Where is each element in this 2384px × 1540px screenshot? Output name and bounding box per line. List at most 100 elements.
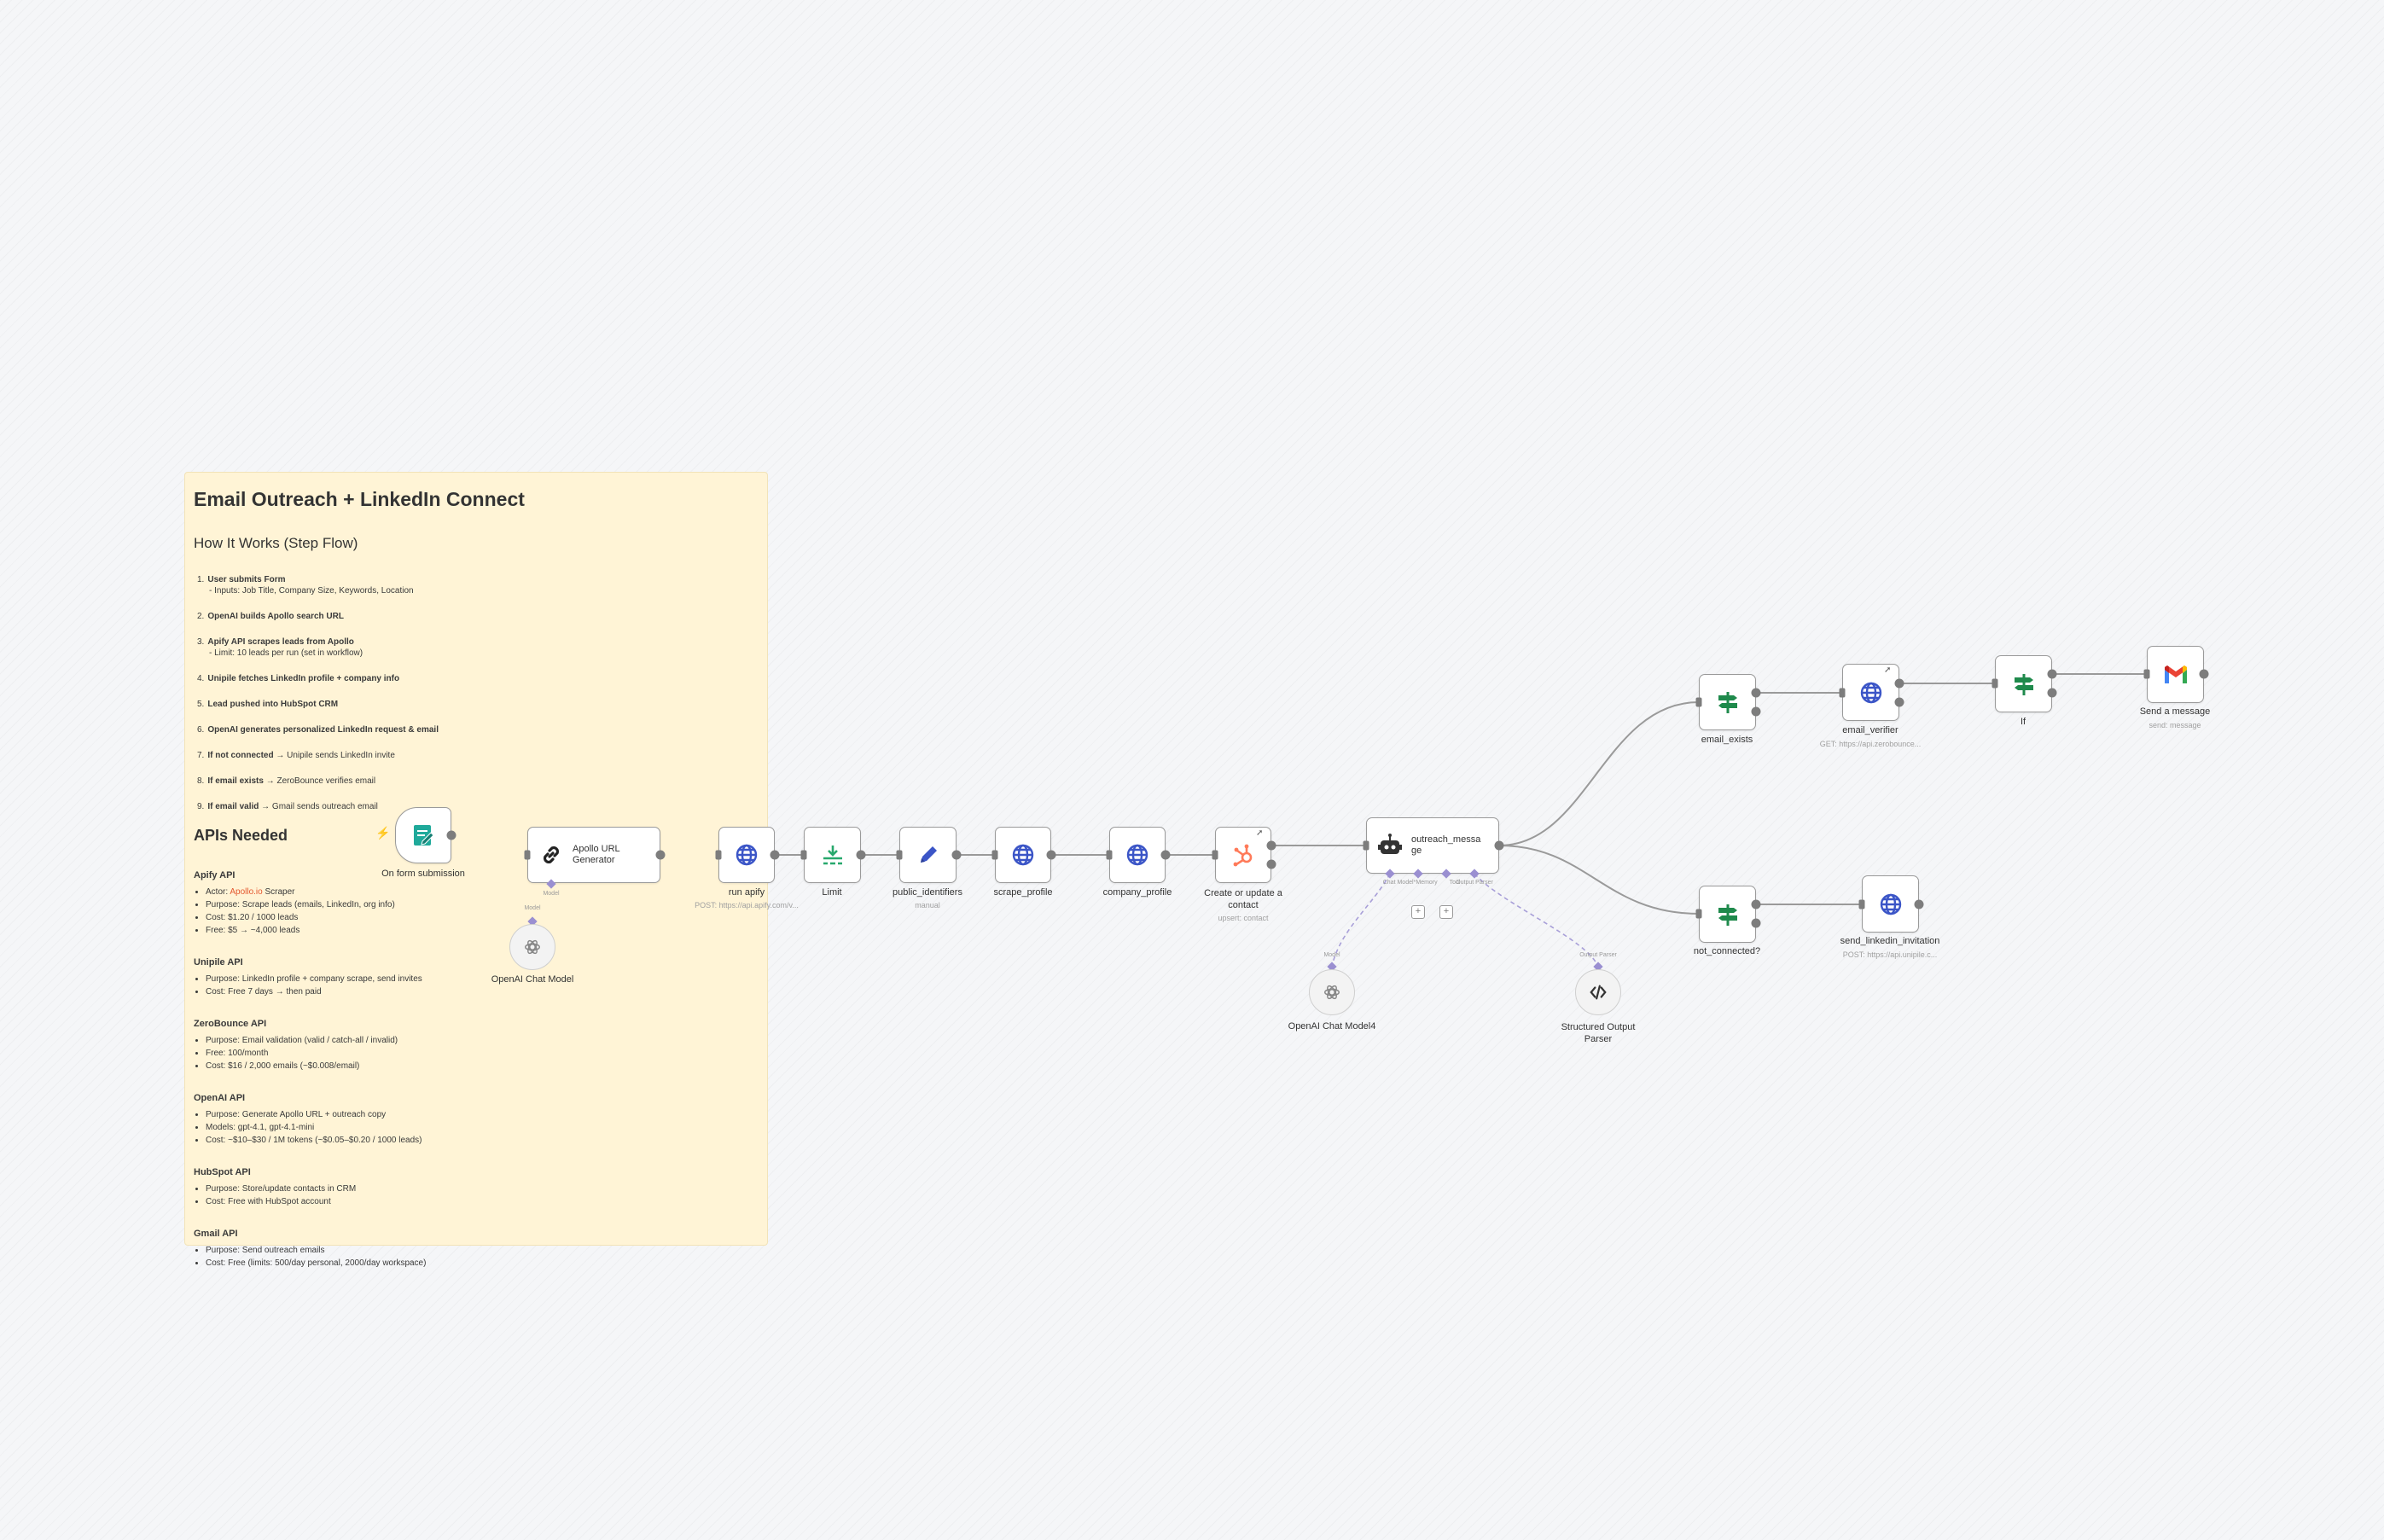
step-item: 1. User submits Form - Inputs: Job Title, … — [197, 575, 414, 596]
api-item: Cost: $16 / 2,000 emails (~$0.008/email) — [206, 1060, 759, 1072]
input-port[interactable] — [1858, 899, 1865, 909]
false-output-port[interactable] — [2047, 688, 2057, 698]
filter-icon — [1718, 692, 1737, 713]
output-port[interactable] — [1046, 850, 1056, 860]
node-label: Apollo URL Generator — [573, 844, 620, 865]
input-port[interactable] — [991, 850, 998, 860]
true-output-port[interactable] — [1751, 899, 1761, 909]
port-label: Model — [1323, 952, 1340, 958]
node-label: company_profile — [1102, 887, 1172, 898]
node-send-a-message[interactable] — [2147, 646, 2204, 703]
api-item: Cost: Free with HubSpot account — [206, 1195, 759, 1208]
code-icon — [1590, 985, 1607, 1000]
apis-title: APIs Needed — [194, 827, 288, 844]
workflow-canvas[interactable]: Email Outreach + LinkedIn Connect How It… — [0, 0, 2384, 1540]
node-if[interactable] — [1995, 655, 2052, 712]
globe-icon — [1126, 844, 1148, 866]
output-port[interactable] — [951, 850, 962, 860]
node-send-linkedin-invitation[interactable] — [1862, 875, 1919, 933]
sticky-note[interactable]: Email Outreach + LinkedIn Connect How It… — [184, 472, 768, 1268]
node-apollo-url-generator[interactable]: Apollo URL Generator — [527, 827, 660, 883]
node-form-submission[interactable] — [395, 807, 451, 863]
output-port[interactable] — [2199, 669, 2209, 679]
node-label: scrape_profile — [993, 887, 1053, 898]
node-label: send_linkedin_invitation — [1840, 936, 1940, 946]
step-item: 6. OpenAI generates personalized LinkedIn… — [197, 725, 439, 735]
input-port[interactable] — [1839, 688, 1846, 698]
step-item: 5. Lead pushed into HubSpot CRM — [197, 700, 339, 709]
edge-outreach-emailexists — [1498, 701, 1700, 846]
output-port[interactable] — [856, 850, 866, 860]
true-output-port[interactable] — [1751, 688, 1761, 698]
openai-icon — [525, 939, 540, 955]
node-outreach-message[interactable]: outreach_messa ge — [1366, 817, 1499, 874]
api-item: Actor: Apollo.io Scraper — [206, 886, 759, 898]
input-port[interactable] — [1106, 850, 1113, 860]
node-limit[interactable] — [804, 827, 861, 883]
output-port[interactable] — [1160, 850, 1171, 860]
output-port[interactable] — [1494, 840, 1504, 851]
api-item: Purpose: Scrape leads (emails, LinkedIn,… — [206, 898, 759, 911]
api-sections: Unipile API Purpose: LinkedIn profile + c… — [194, 957, 759, 1270]
false-output-port[interactable] — [1751, 918, 1761, 928]
add-tool-button[interactable]: + — [1439, 905, 1453, 919]
apollo-link[interactable]: Apollo.io — [230, 887, 262, 897]
input-port[interactable] — [896, 850, 903, 860]
input-port[interactable] — [1695, 697, 1702, 707]
input-port[interactable] — [1695, 909, 1702, 919]
filter-icon — [2014, 673, 2033, 695]
output-port[interactable] — [1894, 697, 1904, 707]
node-email-exists[interactable] — [1699, 674, 1756, 730]
node-run-apify[interactable] — [718, 827, 775, 883]
node-label: OpenAI Chat Model — [491, 974, 574, 985]
api-item: Cost: Free (limits: 500/day personal, 20… — [206, 1257, 759, 1270]
output-port[interactable] — [446, 830, 456, 840]
node-openai-chat-model[interactable] — [509, 924, 555, 970]
node-scrape-profile[interactable] — [995, 827, 1051, 883]
output-port[interactable] — [1914, 899, 1924, 909]
form-icon — [414, 825, 434, 846]
false-output-port[interactable] — [1751, 706, 1761, 717]
node-not-connected[interactable] — [1699, 886, 1756, 943]
api-item: Cost: ~$10–$30 / 1M tokens (~$0.05–$0.20… — [206, 1134, 759, 1147]
input-port[interactable] — [2143, 669, 2150, 679]
input-port[interactable] — [1212, 850, 1218, 860]
input-port[interactable] — [1363, 840, 1369, 851]
input-port[interactable] — [524, 850, 531, 860]
node-sublabel: send: message — [2149, 721, 2201, 729]
input-port[interactable] — [715, 850, 722, 860]
true-output-port[interactable] — [2047, 669, 2057, 679]
output-port[interactable] — [655, 850, 666, 860]
api-items: Actor: Apollo.io Scraper Purpose: Scrape… — [194, 886, 759, 937]
api-section: ZeroBounce API Purpose: Email validation … — [194, 1019, 759, 1072]
output-port[interactable] — [1266, 859, 1276, 869]
input-port[interactable] — [1992, 678, 1998, 689]
step-item: 2. OpenAI builds Apollo search URL — [197, 612, 344, 621]
api-title: Apify API — [194, 870, 235, 880]
input-port[interactable] — [800, 850, 807, 860]
port-label: Model — [543, 891, 560, 897]
output-port[interactable] — [770, 850, 780, 860]
api-section: Gmail API Purpose: Send outreach emailsCo… — [194, 1229, 759, 1270]
node-label: email_exists — [1701, 735, 1753, 745]
output-port[interactable] — [1266, 840, 1276, 851]
edge-outreach-notconnected — [1498, 845, 1700, 915]
port-label: Chat Model* — [1382, 880, 1416, 886]
gmail-icon — [2164, 665, 2187, 683]
port-label: Memory — [1416, 880, 1438, 886]
action-arrow-icon: ➚ — [1256, 828, 1264, 838]
node-sublabel: POST: https://api.unipile.c... — [1842, 950, 1938, 959]
node-company-profile[interactable] — [1109, 827, 1166, 883]
output-port[interactable] — [1894, 678, 1904, 689]
node-structured-output-parser[interactable] — [1575, 969, 1621, 1015]
port-label: Output Parser — [1579, 952, 1617, 958]
api-items: Purpose: Email validation (valid / catch… — [194, 1034, 759, 1072]
link-icon — [543, 846, 560, 864]
step-item: 3. Apify API scrapes leads from Apollo - L… — [197, 637, 363, 658]
step-item: 7. If not connected → Unipile sends Linke… — [197, 751, 395, 760]
add-memory-button[interactable]: + — [1411, 905, 1425, 919]
node-label: OpenAI Chat Model4 — [1288, 1021, 1376, 1032]
node-public-identifiers[interactable] — [899, 827, 957, 883]
api-item: Free: $5 → ~4,000 leads — [206, 924, 759, 937]
node-openai-chat-model4[interactable] — [1309, 969, 1355, 1015]
